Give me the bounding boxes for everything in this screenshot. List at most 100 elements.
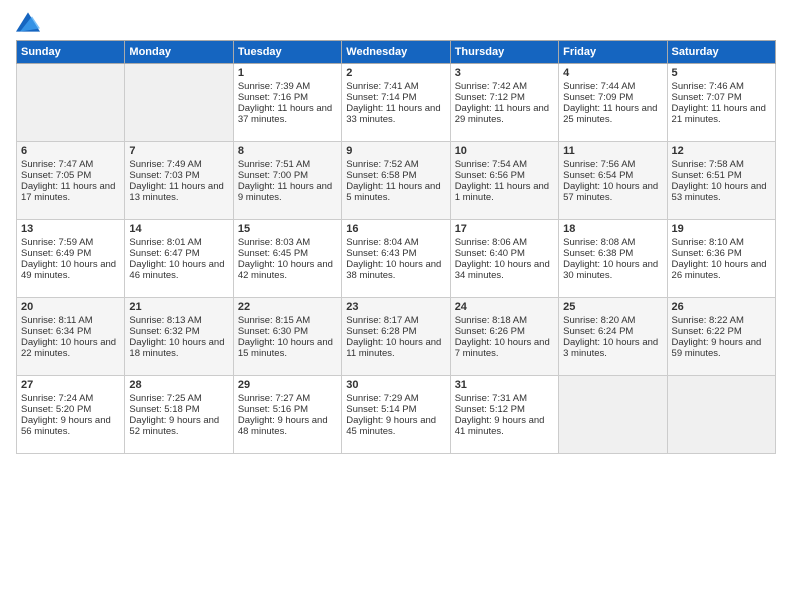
calendar-cell: 31Sunrise: 7:31 AMSunset: 5:12 PMDayligh…: [450, 376, 558, 454]
daylight-text: Daylight: 9 hours and 45 minutes.: [346, 415, 445, 437]
sunrise-text: Sunrise: 7:54 AM: [455, 159, 554, 170]
daylight-text: Daylight: 10 hours and 18 minutes.: [129, 337, 228, 359]
calendar-cell: 4 Sunrise: 7:44 AMSunset: 7:09 PMDaylight…: [559, 64, 667, 142]
sunset-text: Sunset: 6:22 PM: [672, 326, 771, 337]
logo-icon: [16, 12, 40, 32]
daylight-text: Daylight: 10 hours and 15 minutes.: [238, 337, 337, 359]
day-number: 18: [563, 223, 662, 235]
daylight-text: Daylight: 10 hours and 30 minutes.: [563, 259, 662, 281]
daylight-text: Daylight: 11 hours and 5 minutes.: [346, 181, 445, 203]
daylight-text: Daylight: 11 hours and 17 minutes.: [21, 181, 120, 203]
sunset-text: Sunset: 7:09 PM: [563, 92, 662, 103]
sunset-text: Sunset: 7:12 PM: [455, 92, 554, 103]
sunset-text: Sunset: 6:30 PM: [238, 326, 337, 337]
calendar-cell: 2Sunrise: 7:41 AMSunset: 7:14 PMDaylight…: [342, 64, 450, 142]
calendar-table: SundayMondayTuesdayWednesdayThursdayFrid…: [16, 40, 776, 454]
day-number: 3: [455, 67, 554, 79]
calendar-cell: 16Sunrise: 8:04 AMSunset: 6:43 PMDayligh…: [342, 220, 450, 298]
sunset-text: Sunset: 6:26 PM: [455, 326, 554, 337]
day-number: 7: [129, 145, 228, 157]
daylight-text: Daylight: 11 hours and 21 minutes.: [672, 103, 771, 125]
daylight-text: Daylight: 10 hours and 38 minutes.: [346, 259, 445, 281]
sunset-text: Sunset: 6:51 PM: [672, 170, 771, 181]
day-number: 15: [238, 223, 337, 235]
calendar-cell: 20Sunrise: 8:11 AMSunset: 6:34 PMDayligh…: [17, 298, 125, 376]
sunset-text: Sunset: 5:16 PM: [238, 404, 337, 415]
sunrise-text: Sunrise: 7:29 AM: [346, 393, 445, 404]
daylight-text: Daylight: 11 hours and 25 minutes.: [563, 103, 662, 125]
sunrise-text: Sunrise: 7:47 AM: [21, 159, 120, 170]
day-number: 10: [455, 145, 554, 157]
sunset-text: Sunset: 7:05 PM: [21, 170, 120, 181]
day-number: 8: [238, 145, 337, 157]
day-number: 21: [129, 301, 228, 313]
sunrise-text: Sunrise: 8:13 AM: [129, 315, 228, 326]
day-number: 27: [21, 379, 120, 391]
calendar-cell: 18Sunrise: 8:08 AMSunset: 6:38 PMDayligh…: [559, 220, 667, 298]
sunrise-text: Sunrise: 7:42 AM: [455, 81, 554, 92]
calendar-week-row: 13Sunrise: 7:59 AMSunset: 6:49 PMDayligh…: [17, 220, 776, 298]
sunset-text: Sunset: 6:58 PM: [346, 170, 445, 181]
sunset-text: Sunset: 5:14 PM: [346, 404, 445, 415]
calendar-cell: 29Sunrise: 7:27 AMSunset: 5:16 PMDayligh…: [233, 376, 341, 454]
page: SundayMondayTuesdayWednesdayThursdayFrid…: [0, 0, 792, 466]
daylight-text: Daylight: 11 hours and 9 minutes.: [238, 181, 337, 203]
sunrise-text: Sunrise: 8:08 AM: [563, 237, 662, 248]
day-number: 11: [563, 145, 662, 157]
day-number: 17: [455, 223, 554, 235]
day-number: 13: [21, 223, 120, 235]
sunset-text: Sunset: 7:07 PM: [672, 92, 771, 103]
sunrise-text: Sunrise: 7:25 AM: [129, 393, 228, 404]
sunrise-text: Sunrise: 8:10 AM: [672, 237, 771, 248]
sunrise-text: Sunrise: 7:58 AM: [672, 159, 771, 170]
day-number: 1: [238, 67, 337, 79]
sunrise-text: Sunrise: 8:04 AM: [346, 237, 445, 248]
day-number: 5: [672, 67, 771, 79]
sunset-text: Sunset: 6:40 PM: [455, 248, 554, 259]
calendar-cell: 24Sunrise: 8:18 AMSunset: 6:26 PMDayligh…: [450, 298, 558, 376]
sunrise-text: Sunrise: 8:11 AM: [21, 315, 120, 326]
sunset-text: Sunset: 6:45 PM: [238, 248, 337, 259]
calendar-cell: 28Sunrise: 7:25 AMSunset: 5:18 PMDayligh…: [125, 376, 233, 454]
sunset-text: Sunset: 7:03 PM: [129, 170, 228, 181]
calendar-cell: 10Sunrise: 7:54 AMSunset: 6:56 PMDayligh…: [450, 142, 558, 220]
sunrise-text: Sunrise: 8:06 AM: [455, 237, 554, 248]
logo: [16, 12, 44, 32]
calendar-week-row: 20Sunrise: 8:11 AMSunset: 6:34 PMDayligh…: [17, 298, 776, 376]
sunrise-text: Sunrise: 7:44 AM: [563, 81, 662, 92]
header-row: SundayMondayTuesdayWednesdayThursdayFrid…: [17, 41, 776, 64]
calendar-cell: 13Sunrise: 7:59 AMSunset: 6:49 PMDayligh…: [17, 220, 125, 298]
sunrise-text: Sunrise: 7:51 AM: [238, 159, 337, 170]
calendar-cell: [559, 376, 667, 454]
calendar-cell: 12Sunrise: 7:58 AMSunset: 6:51 PMDayligh…: [667, 142, 775, 220]
sunrise-text: Sunrise: 7:46 AM: [672, 81, 771, 92]
day-number: 19: [672, 223, 771, 235]
sunrise-text: Sunrise: 8:03 AM: [238, 237, 337, 248]
calendar-cell: [667, 376, 775, 454]
day-number: 16: [346, 223, 445, 235]
sunrise-text: Sunrise: 7:49 AM: [129, 159, 228, 170]
calendar-cell: 14Sunrise: 8:01 AMSunset: 6:47 PMDayligh…: [125, 220, 233, 298]
sunrise-text: Sunrise: 7:31 AM: [455, 393, 554, 404]
day-number: 9: [346, 145, 445, 157]
calendar-cell: 25Sunrise: 8:20 AMSunset: 6:24 PMDayligh…: [559, 298, 667, 376]
daylight-text: Daylight: 10 hours and 11 minutes.: [346, 337, 445, 359]
day-number: 28: [129, 379, 228, 391]
calendar-cell: 11Sunrise: 7:56 AMSunset: 6:54 PMDayligh…: [559, 142, 667, 220]
calendar-cell: 22Sunrise: 8:15 AMSunset: 6:30 PMDayligh…: [233, 298, 341, 376]
calendar-cell: 15Sunrise: 8:03 AMSunset: 6:45 PMDayligh…: [233, 220, 341, 298]
calendar-cell: 21Sunrise: 8:13 AMSunset: 6:32 PMDayligh…: [125, 298, 233, 376]
calendar-cell: 3Sunrise: 7:42 AMSunset: 7:12 PMDaylight…: [450, 64, 558, 142]
daylight-text: Daylight: 10 hours and 34 minutes.: [455, 259, 554, 281]
day-number: 29: [238, 379, 337, 391]
sunrise-text: Sunrise: 8:01 AM: [129, 237, 228, 248]
calendar-cell: 23Sunrise: 8:17 AMSunset: 6:28 PMDayligh…: [342, 298, 450, 376]
day-number: 14: [129, 223, 228, 235]
calendar-cell: 8Sunrise: 7:51 AMSunset: 7:00 PMDaylight…: [233, 142, 341, 220]
day-number: 2: [346, 67, 445, 79]
weekday-header: Saturday: [667, 41, 775, 64]
calendar-cell: 9Sunrise: 7:52 AMSunset: 6:58 PMDaylight…: [342, 142, 450, 220]
day-number: 4: [563, 67, 662, 79]
calendar-cell: [125, 64, 233, 142]
sunset-text: Sunset: 5:20 PM: [21, 404, 120, 415]
